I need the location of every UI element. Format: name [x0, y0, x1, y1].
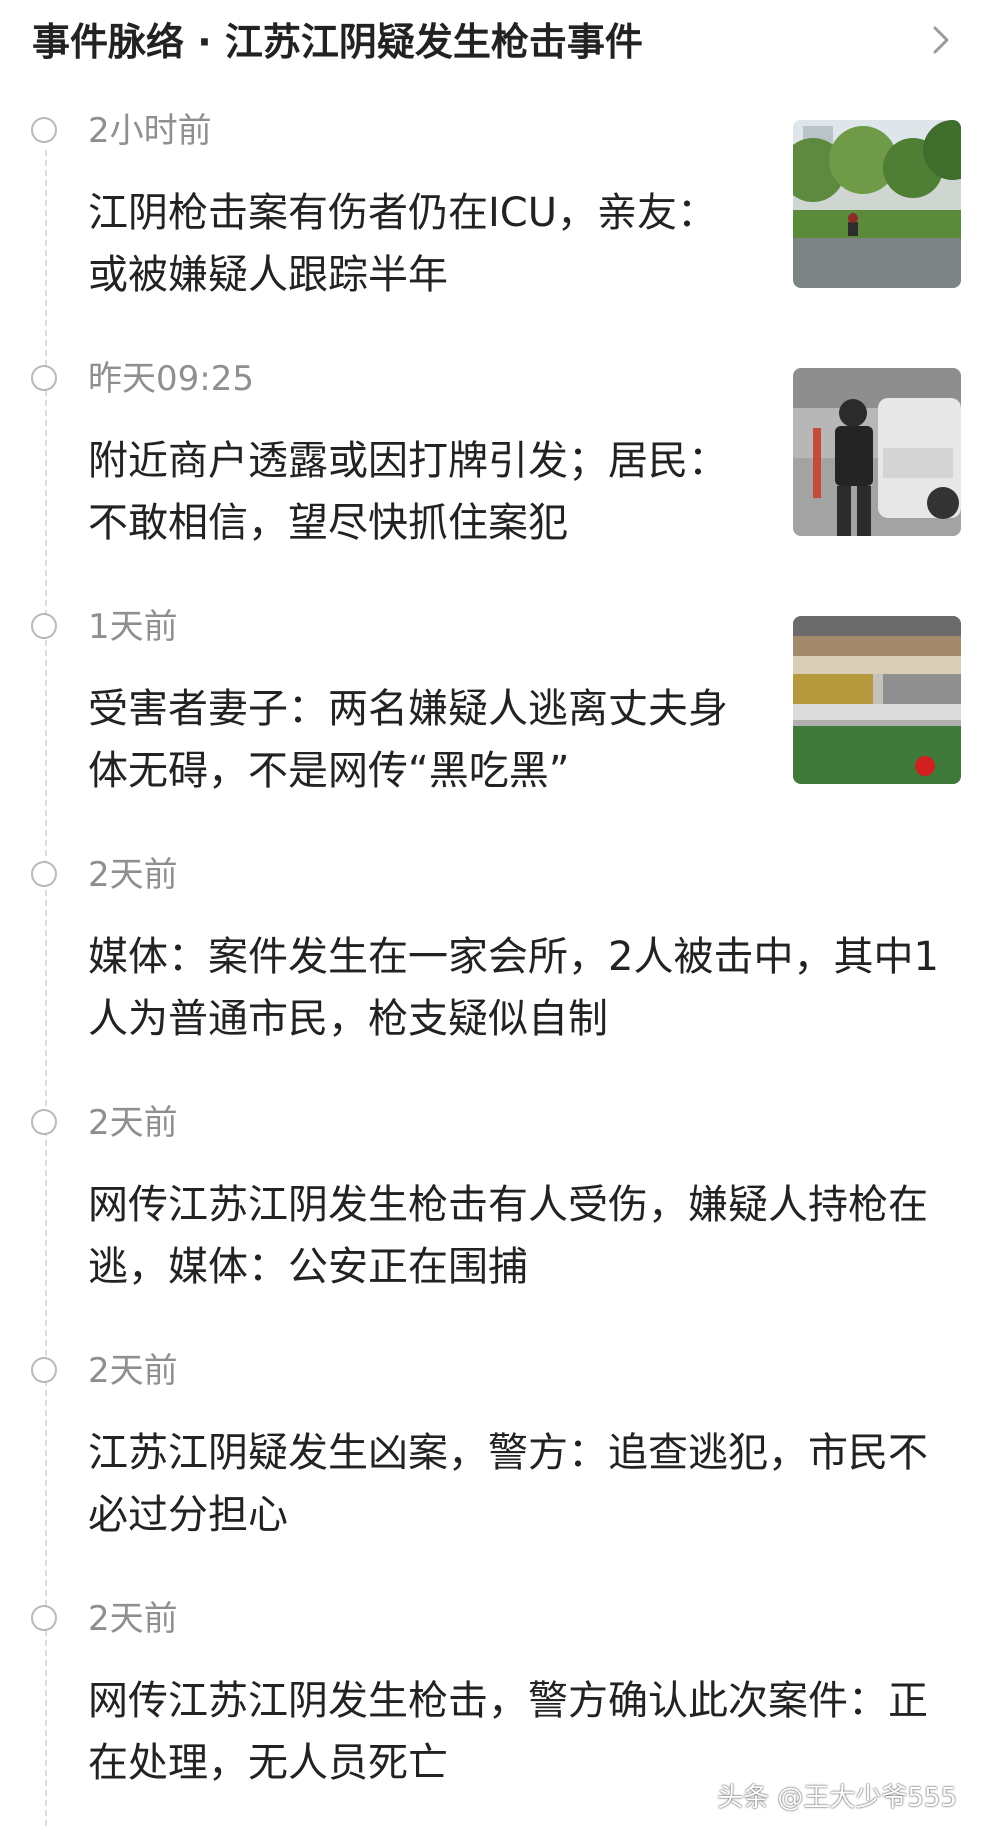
timeline-dot: [31, 861, 57, 887]
timeline-dot: [31, 1605, 57, 1631]
timeline-event[interactable]: 2小时前 江阴枪击案有伤者仍在ICU，亲友：或被嫌疑人跟踪半年: [0, 0, 987, 298]
event-time: 2小时前: [88, 111, 212, 151]
event-time: 2天前: [88, 1103, 178, 1143]
timeline-dot: [31, 365, 57, 391]
timeline-event[interactable]: 2天前 网传江苏江阴发生枪击，警方确认此次案件：正在处理，无人员死亡: [0, 1488, 987, 1786]
timeline-event[interactable]: 2天前 江苏江阴疑发生凶案，警方：追查逃犯，市民不必过分担心: [0, 1240, 987, 1538]
timeline-event[interactable]: 2天前 网传江苏江阴发生枪击有人受伤，嫌疑人持枪在逃，媒体：公安正在围捕: [0, 992, 987, 1290]
timeline-event[interactable]: 1天前 受害者妻子：两名嫌疑人逃离丈夫身体无碍，不是网传“黑吃黑”: [0, 496, 987, 794]
timeline-dot: [31, 117, 57, 143]
watermark: 头条 @王大少爷555: [717, 1783, 957, 1813]
timeline-dot: [31, 1109, 57, 1135]
event-time: 2天前: [88, 1351, 178, 1391]
timeline-dot: [31, 613, 57, 639]
event-time: 1天前: [88, 607, 178, 647]
event-time: 2天前: [88, 855, 178, 895]
event-title[interactable]: 网传江苏江阴发生枪击，警方确认此次案件：正在处理，无人员死亡: [88, 1670, 948, 1794]
event-time: 昨天09:25: [88, 359, 254, 399]
timeline-event[interactable]: 2天前 媒体：案件发生在一家会所，2人被击中，其中1人为普通市民，枪支疑似自制: [0, 744, 987, 1042]
timeline-event[interactable]: 昨天09:25 附近商户透露或因打牌引发；居民：不敢相信，望尽快抓住案犯: [0, 248, 987, 546]
event-time: 2天前: [88, 1599, 178, 1639]
timeline-dot: [31, 1357, 57, 1383]
